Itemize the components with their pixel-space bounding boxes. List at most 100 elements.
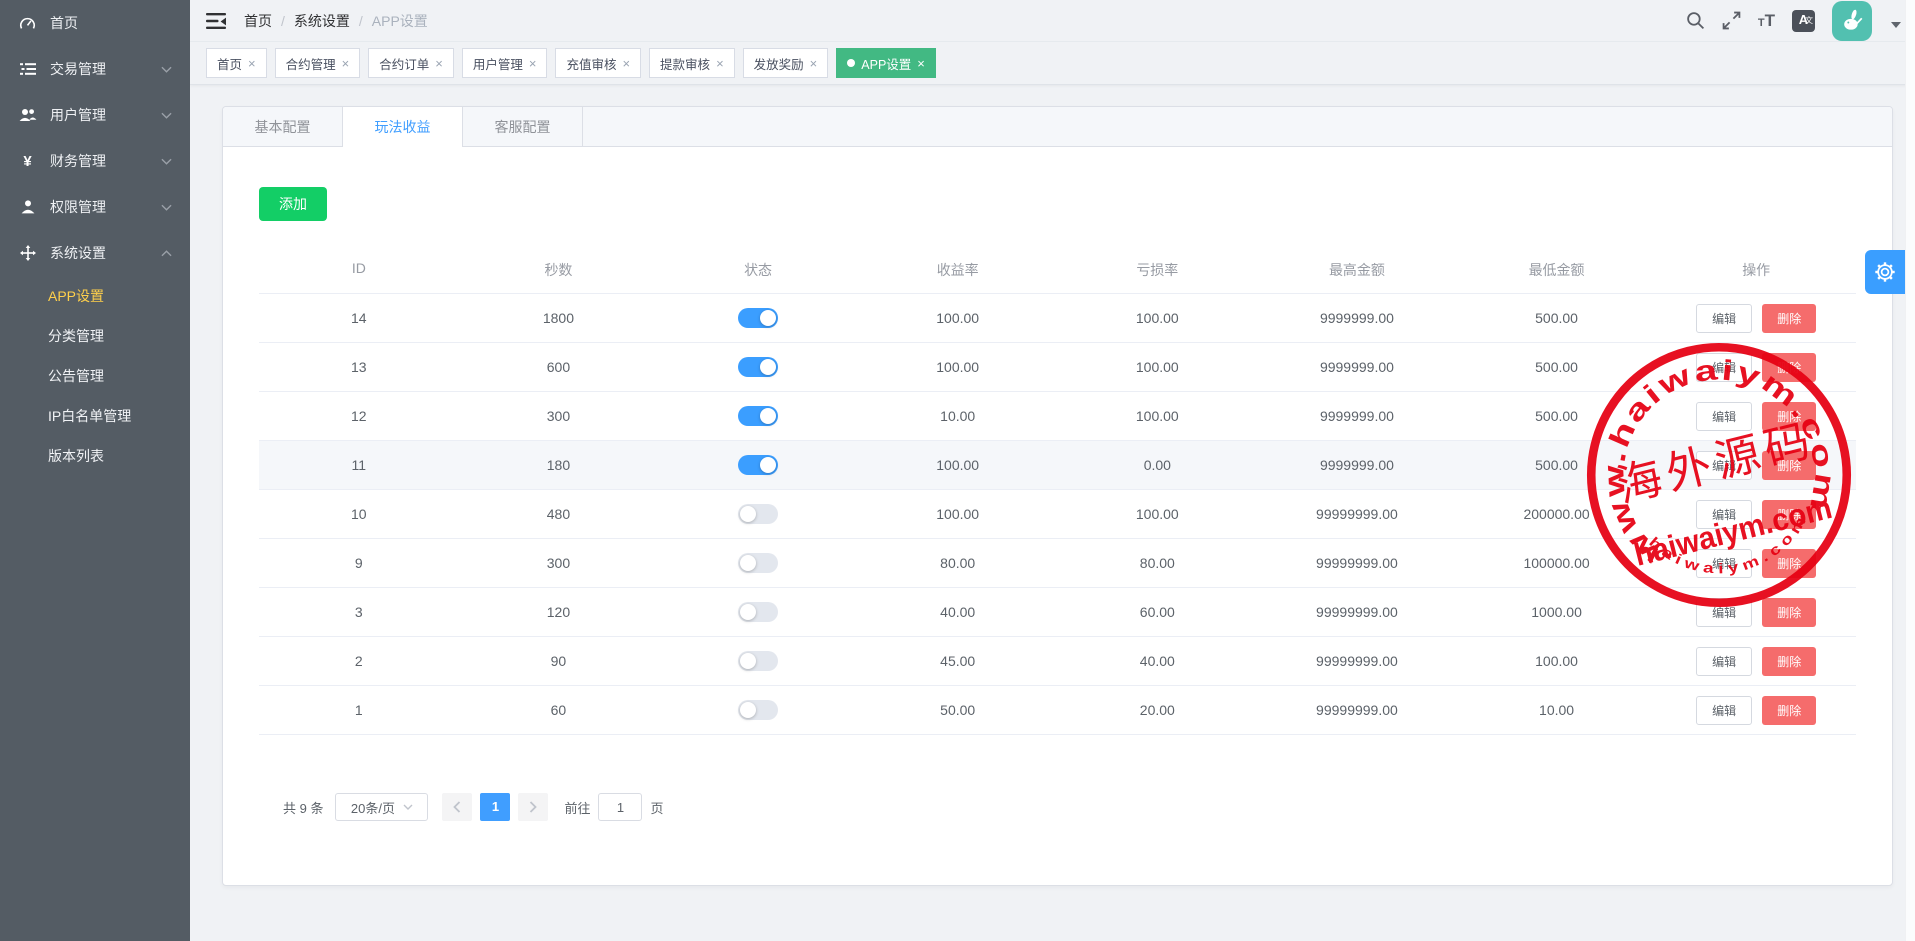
collapse-sidebar-icon[interactable]: [206, 12, 226, 30]
tabs-header: 基本配置 玩法收益 客服配置: [223, 107, 1892, 147]
edit-button[interactable]: 编辑: [1696, 695, 1753, 725]
sidebar-item-finance[interactable]: ¥ 财务管理: [0, 138, 190, 184]
view-tag[interactable]: 合约管理 ×: [274, 48, 361, 78]
view-tag[interactable]: 充值审核 ×: [555, 48, 642, 78]
breadcrumb-system[interactable]: 系统设置: [294, 11, 350, 31]
page-number-current[interactable]: 1: [480, 793, 511, 821]
yuan-icon: ¥: [23, 152, 32, 170]
prev-page-button[interactable]: [442, 793, 473, 821]
cell-seconds: 1800: [542, 310, 575, 326]
cell-min-amount: 100.00: [1535, 653, 1578, 669]
sidebar-item-label: 交易管理: [50, 61, 106, 77]
sidebar-sub-item[interactable]: APP设置: [0, 276, 190, 316]
edit-button[interactable]: 编辑: [1696, 450, 1753, 480]
close-icon[interactable]: ×: [810, 57, 818, 70]
fullscreen-icon[interactable]: [1722, 11, 1741, 30]
search-icon[interactable]: [1686, 11, 1705, 30]
close-icon[interactable]: ×: [248, 57, 256, 70]
column-header: 最低金额: [1528, 262, 1585, 278]
status-toggle[interactable]: [738, 553, 779, 573]
view-tag[interactable]: APP设置 ×: [836, 48, 936, 78]
status-toggle[interactable]: [738, 357, 779, 377]
cell-min-amount: 100000.00: [1523, 555, 1590, 571]
tags-bar: 首页 × 合约管理 × 合约订单 × 用户管理 × 充值审核 × 提款审核 × …: [190, 42, 1915, 85]
view-tag[interactable]: 用户管理 ×: [461, 48, 548, 78]
tag-label: 合约管理: [285, 57, 336, 72]
translate-icon[interactable]: A 文: [1792, 9, 1815, 32]
status-toggle[interactable]: [738, 308, 779, 328]
edit-button[interactable]: 编辑: [1696, 303, 1753, 333]
edit-button[interactable]: 编辑: [1696, 548, 1753, 578]
add-button[interactable]: 添加: [259, 187, 327, 221]
close-icon[interactable]: ×: [716, 57, 724, 70]
view-tag[interactable]: 合约订单 ×: [368, 48, 454, 78]
column-header: 秒数: [544, 262, 573, 278]
settings-drawer-button[interactable]: [1865, 250, 1905, 294]
cell-profit-rate: 100.00: [936, 359, 980, 375]
status-toggle[interactable]: [738, 504, 779, 524]
edit-button[interactable]: 编辑: [1696, 499, 1753, 529]
sidebar-item-home[interactable]: 首页: [0, 0, 190, 46]
close-icon[interactable]: ×: [529, 57, 537, 70]
close-icon[interactable]: ×: [622, 57, 630, 70]
delete-button[interactable]: 删除: [1762, 352, 1817, 382]
page-size-select[interactable]: 20条/页: [335, 793, 429, 821]
next-page-button[interactable]: [518, 793, 549, 821]
view-tag[interactable]: 首页 ×: [206, 48, 267, 78]
sidebar-item-permission[interactable]: 权限管理: [0, 184, 190, 230]
sidebar-item-label: 权限管理: [50, 199, 106, 215]
close-icon[interactable]: ×: [435, 57, 443, 70]
cell-loss-rate: 100.00: [1135, 310, 1179, 326]
edit-button[interactable]: 编辑: [1696, 597, 1753, 627]
tab[interactable]: 客服配置: [463, 107, 583, 146]
scrollbar-track[interactable]: [1905, 0, 1915, 941]
trade-list-icon: [18, 61, 37, 77]
font-size-icon[interactable]: TT: [1758, 12, 1775, 30]
sidebar-item-system[interactable]: 系统设置: [0, 230, 190, 276]
delete-button[interactable]: 删除: [1762, 450, 1817, 480]
close-icon[interactable]: ×: [342, 57, 350, 70]
delete-button[interactable]: 删除: [1762, 597, 1817, 627]
status-toggle[interactable]: [738, 406, 779, 426]
avatar[interactable]: [1832, 0, 1872, 41]
sidebar-sub-item[interactable]: IP白名单管理: [0, 396, 190, 436]
cell-seconds: 180: [546, 457, 571, 473]
breadcrumb-home[interactable]: 首页: [244, 11, 272, 31]
sidebar-sub-item[interactable]: 公告管理: [0, 356, 190, 396]
sidebar-item-trade[interactable]: 交易管理: [0, 46, 190, 92]
delete-button[interactable]: 删除: [1762, 695, 1817, 725]
cell-id: 3: [354, 604, 363, 620]
delete-button[interactable]: 删除: [1762, 499, 1817, 529]
sidebar-sub-item[interactable]: 版本列表: [0, 436, 190, 476]
goto-page-input[interactable]: [598, 793, 643, 821]
status-toggle[interactable]: [738, 455, 779, 475]
settings-card: 基本配置 玩法收益 客服配置 添加 ID 秒数 状态 收益率 亏损率 最高金额 …: [222, 106, 1893, 886]
view-tag[interactable]: 发放奖励 ×: [742, 48, 829, 78]
cell-profit-rate: 40.00: [940, 604, 976, 620]
edit-button[interactable]: 编辑: [1696, 646, 1753, 676]
status-toggle[interactable]: [738, 651, 779, 671]
delete-button[interactable]: 删除: [1762, 548, 1817, 578]
sidebar-item-users[interactable]: 用户管理: [0, 92, 190, 138]
chevron-up-icon: [161, 249, 172, 257]
view-tag[interactable]: 提款审核 ×: [649, 48, 735, 78]
caret-down-icon[interactable]: [1891, 21, 1901, 28]
edit-button[interactable]: 编辑: [1696, 401, 1753, 431]
delete-button[interactable]: 删除: [1762, 646, 1817, 676]
status-toggle[interactable]: [738, 700, 779, 720]
cell-actions: 编辑 删除: [1656, 695, 1856, 725]
delete-button[interactable]: 删除: [1762, 401, 1817, 431]
tab[interactable]: 基本配置: [223, 107, 343, 146]
users-icon: [18, 107, 37, 123]
delete-button[interactable]: 删除: [1762, 303, 1817, 333]
close-icon[interactable]: ×: [917, 57, 925, 70]
tab[interactable]: 玩法收益: [343, 107, 463, 147]
sidebar-sub-item[interactable]: 分类管理: [0, 316, 190, 356]
status-toggle[interactable]: [738, 602, 779, 622]
cell-seconds: 90: [550, 653, 567, 669]
cell-actions: 编辑 删除: [1656, 352, 1856, 382]
navbar: 首页 / 系统设置 / APP设置 TT A 文: [190, 0, 1915, 42]
edit-button[interactable]: 编辑: [1696, 352, 1753, 382]
cell-seconds: 300: [546, 555, 571, 571]
table-header-row: ID 秒数 状态 收益率 亏损率 最高金额 最低金额 操作: [259, 247, 1856, 294]
